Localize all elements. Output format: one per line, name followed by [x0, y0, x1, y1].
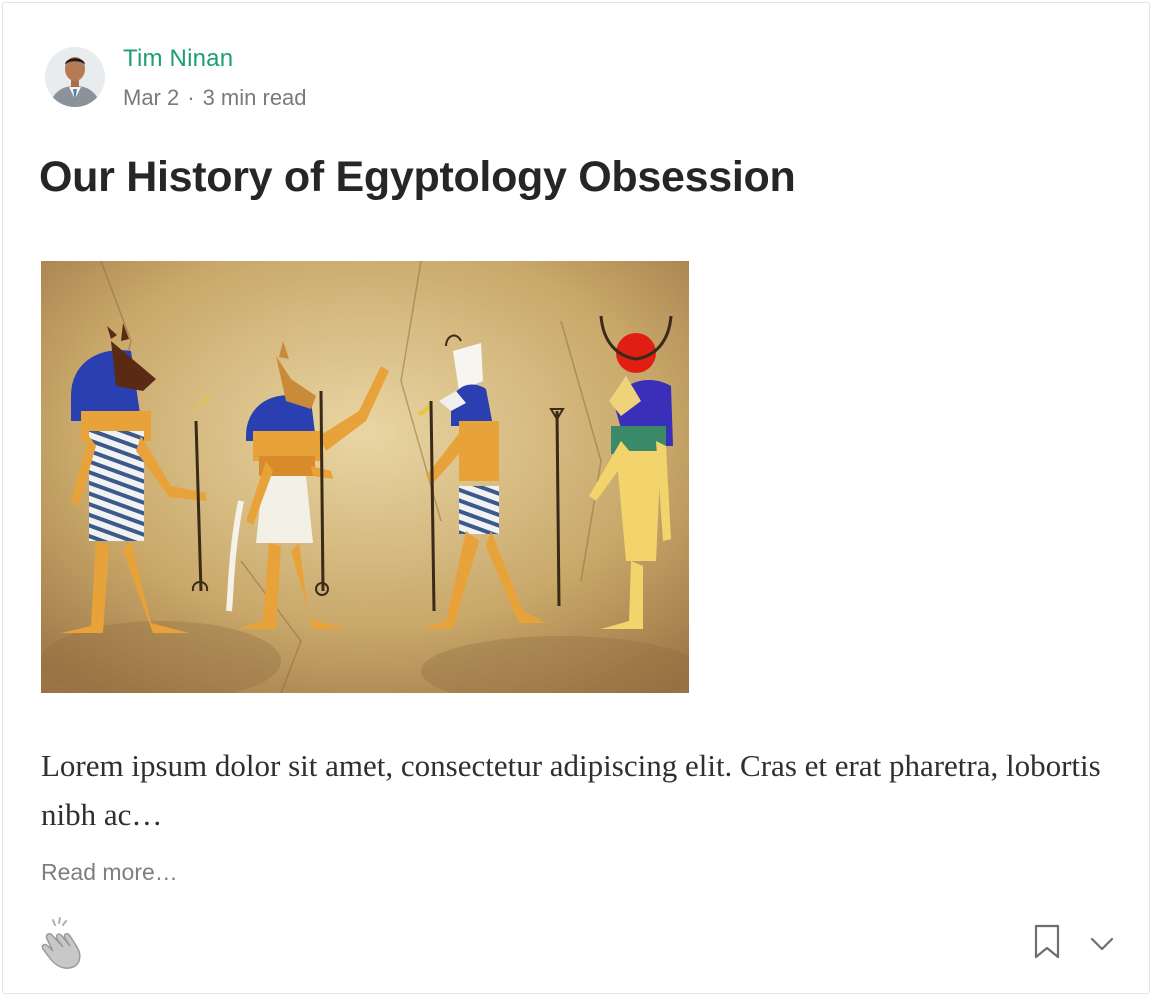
post-excerpt: Lorem ipsum dolor sit amet, consectetur …: [41, 748, 1101, 832]
post-title[interactable]: Our History of Egyptology Obsession: [39, 153, 796, 202]
read-time: 3 min read: [202, 85, 307, 110]
clap-icon[interactable]: [37, 917, 91, 971]
bookmark-icon[interactable]: [1029, 923, 1065, 961]
read-more-link[interactable]: Read more…: [41, 859, 178, 886]
author-avatar[interactable]: [45, 47, 105, 107]
post-meta: Mar 2 · 3 min read: [123, 85, 307, 111]
post-date: Mar 2: [123, 85, 180, 110]
meta-separator: ·: [187, 85, 195, 110]
post-card: Tim Ninan Mar 2 · 3 min read Our History o…: [2, 2, 1150, 994]
post-hero-image[interactable]: [41, 261, 689, 693]
author-name-link[interactable]: Tim Ninan: [123, 45, 233, 73]
chevron-down-icon[interactable]: [1085, 927, 1119, 961]
